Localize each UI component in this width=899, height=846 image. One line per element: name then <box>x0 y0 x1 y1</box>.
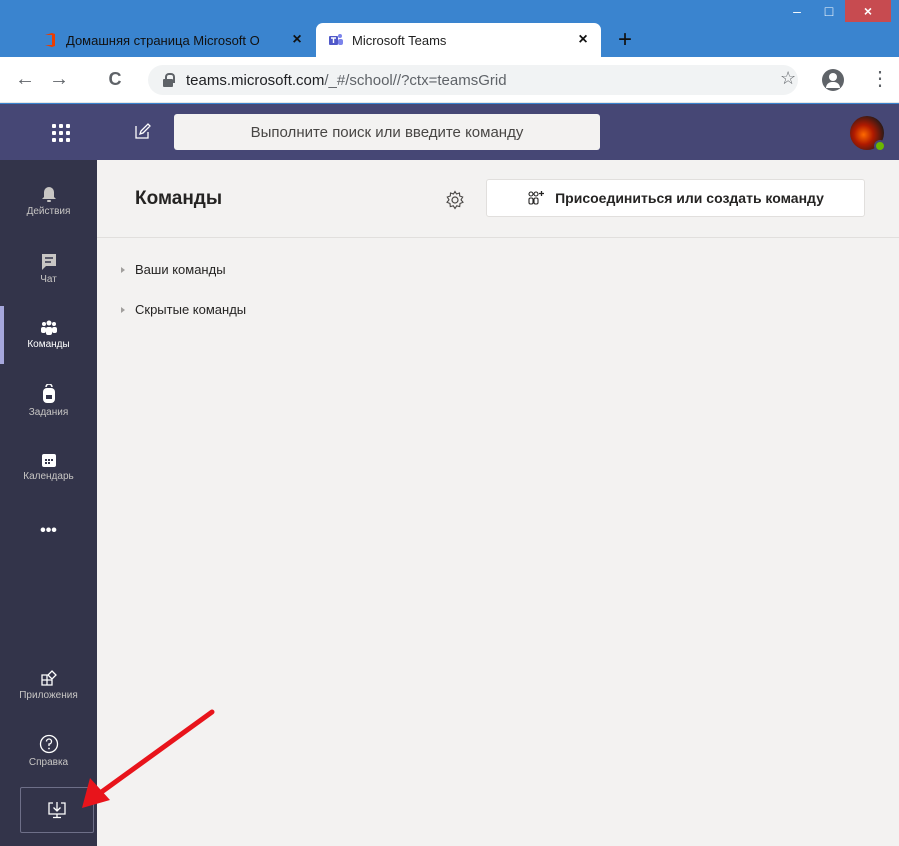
office-icon <box>45 33 55 47</box>
bell-icon <box>41 187 56 202</box>
rail-item-label: Задания <box>28 407 69 418</box>
rail-item-label: Команды <box>27 339 70 350</box>
rail-item-calendar[interactable]: Календарь <box>0 436 97 498</box>
section-hidden-teams[interactable]: Скрытые команды <box>121 302 246 317</box>
section-your-teams[interactable]: Ваши команды <box>121 262 226 277</box>
app-launcher-icon[interactable] <box>52 124 70 142</box>
rail-item-assignments[interactable]: Задания <box>0 370 97 432</box>
address-toolbar: ← → C teams.microsoft.com/_#/school//?ct… <box>0 57 899 103</box>
rail-item-label: Календарь <box>23 471 74 482</box>
join-button-label: Присоединиться или создать команду <box>555 190 824 206</box>
rail-item-activity[interactable]: Действия <box>0 170 97 232</box>
add-team-icon <box>528 191 545 205</box>
chat-icon <box>41 254 56 270</box>
bookmark-star-icon[interactable]: ☆ <box>780 68 796 89</box>
download-desktop-icon <box>48 802 66 819</box>
backpack-icon <box>42 384 55 403</box>
calendar-icon <box>41 454 56 467</box>
window-controls: – □ × <box>781 0 891 22</box>
rail-item-chat[interactable]: Чат <box>0 238 97 300</box>
apps-icon <box>40 670 57 686</box>
tab-title: Microsoft Teams <box>352 32 447 48</box>
chevron-right-icon <box>121 306 125 313</box>
join-or-create-team-button[interactable]: Присоединиться или создать команду <box>486 179 865 217</box>
minimize-button[interactable]: – <box>781 0 813 22</box>
rail-item-help[interactable]: Справка <box>0 720 97 782</box>
reload-button[interactable]: C <box>102 66 128 92</box>
forward-button[interactable]: → <box>46 66 72 92</box>
more-icon: ••• <box>40 522 57 539</box>
new-chat-icon[interactable] <box>134 122 152 140</box>
account-icon[interactable] <box>822 69 844 91</box>
main-header: Команды Присоединиться или создать коман… <box>97 160 899 238</box>
help-icon <box>39 734 58 754</box>
lock-icon <box>162 73 175 87</box>
url-path: /_#/school//?ctx=teamsGrid <box>324 71 507 89</box>
tab-microsoft-teams[interactable]: Microsoft Teams × <box>316 23 601 57</box>
tab-strip: Домашняя страница Microsoft О × Microsof… <box>0 0 899 64</box>
rail-item-label: Справка <box>28 757 69 768</box>
teams-header: Выполните поиск или введите команду <box>0 104 899 160</box>
page-title: Команды <box>135 188 223 209</box>
teams-icon <box>329 34 343 45</box>
rail-item-label: Приложения <box>19 690 78 701</box>
address-bar[interactable]: teams.microsoft.com/_#/school//?ctx=team… <box>148 65 798 95</box>
tab-title: Домашняя страница Microsoft О <box>66 32 260 48</box>
gear-icon[interactable] <box>445 190 465 210</box>
teams-people-icon <box>40 320 57 335</box>
window-close-button[interactable]: × <box>845 0 891 22</box>
tab-close-button[interactable]: × <box>571 31 595 49</box>
chevron-right-icon <box>121 266 125 273</box>
section-label: Скрытые команды <box>135 302 247 317</box>
maximize-button[interactable]: □ <box>813 0 845 22</box>
browser-menu-icon[interactable]: ⋮ <box>870 67 890 91</box>
presence-available-icon <box>874 140 886 152</box>
rail-item-apps[interactable]: Приложения <box>0 654 97 716</box>
url-text: teams.microsoft.com/_#/school//?ctx=team… <box>186 72 507 89</box>
browser-window: Домашняя страница Microsoft О × Microsof… <box>0 0 899 846</box>
rail-item-more[interactable]: ••• <box>0 500 97 562</box>
back-button[interactable]: ← <box>12 66 38 92</box>
tab-close-button[interactable]: × <box>285 31 309 49</box>
rail-item-label: Чат <box>40 274 57 285</box>
rail-item-teams[interactable]: Команды <box>0 304 97 366</box>
rail-item-label: Действия <box>26 206 71 217</box>
download-desktop-app-button[interactable] <box>20 787 94 833</box>
url-host: teams.microsoft.com <box>186 71 325 89</box>
search-input[interactable]: Выполните поиск или введите команду <box>174 114 600 150</box>
new-tab-button[interactable]: + <box>612 28 638 54</box>
teams-main: Команды Присоединиться или создать коман… <box>97 160 899 846</box>
tab-office-home[interactable]: Домашняя страница Microsoft О × <box>30 23 315 57</box>
app-rail: Действия Чат Команды Задания Календарь •… <box>0 160 97 846</box>
section-label: Ваши команды <box>135 262 226 277</box>
